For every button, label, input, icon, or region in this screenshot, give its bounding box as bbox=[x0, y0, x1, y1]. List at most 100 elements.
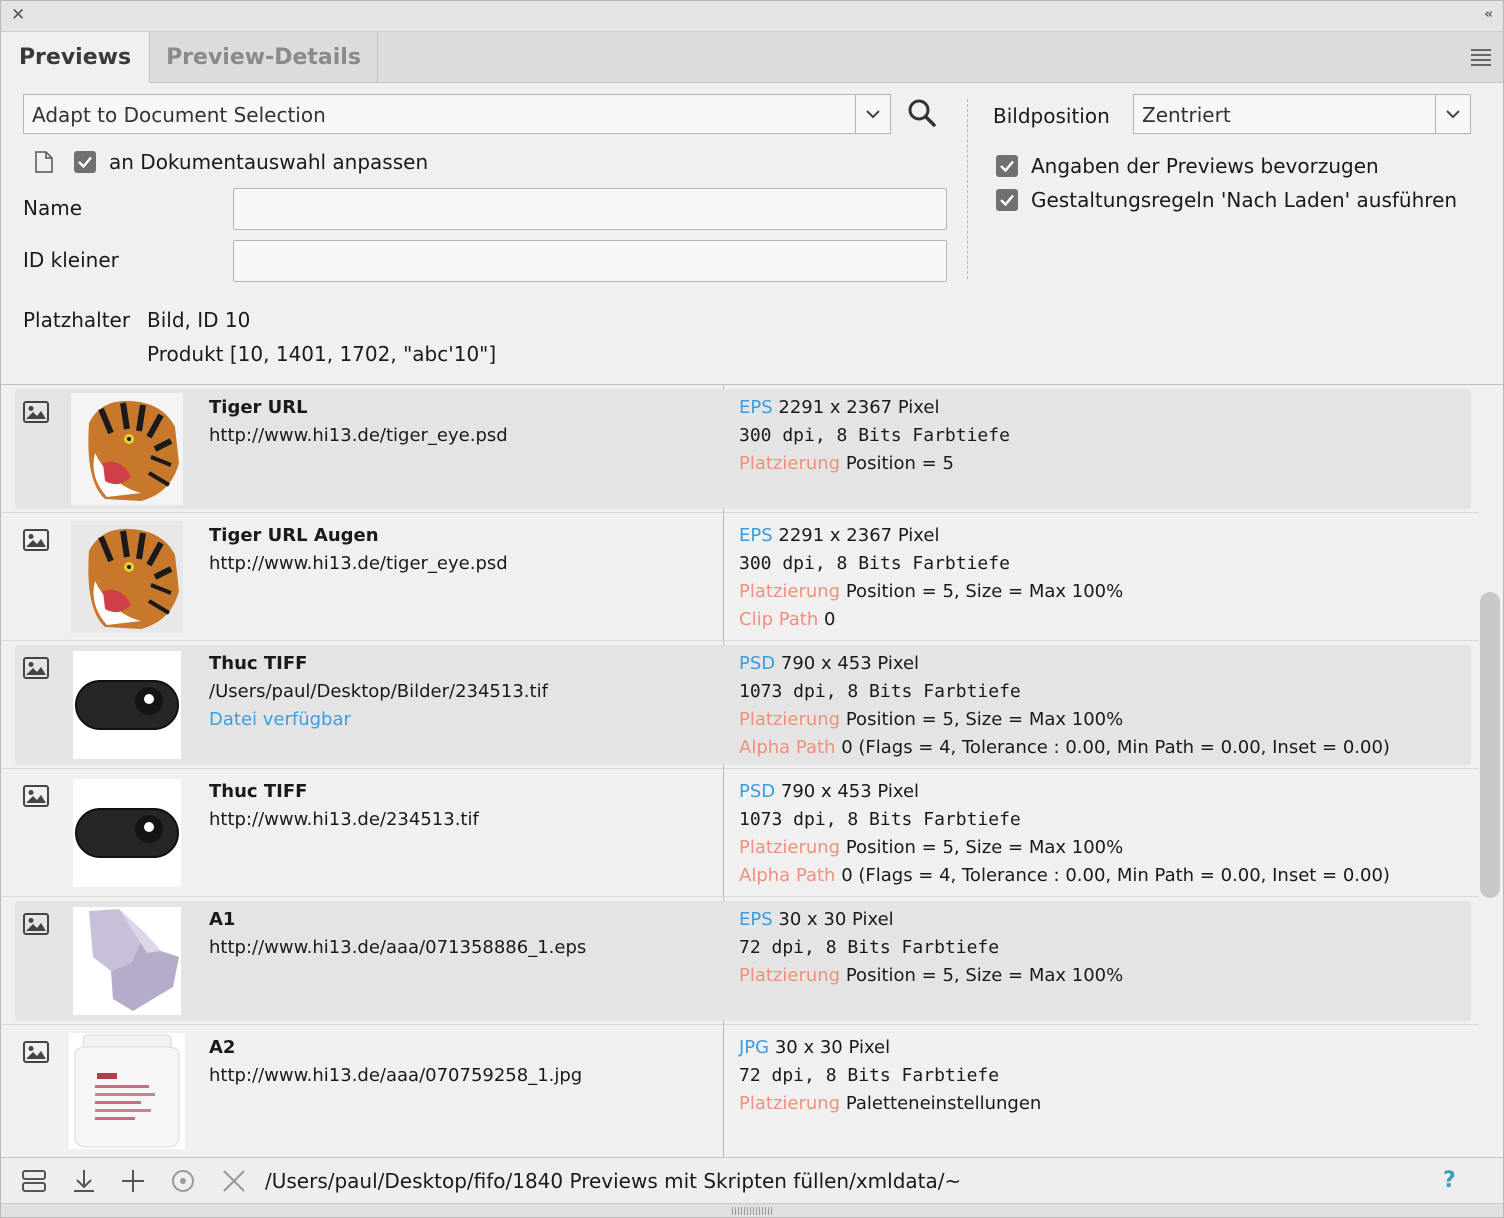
bildposition-combo[interactable]: Zentriert bbox=[1133, 94, 1471, 134]
prefer-preview-settings-checkbox[interactable] bbox=[996, 155, 1018, 177]
file-status: Datei verfügbar bbox=[209, 709, 351, 730]
collapse-icon[interactable]: ‹‹ bbox=[1484, 7, 1493, 22]
tab-bar: Previews Preview-Details bbox=[1, 32, 1503, 83]
preview-row-tiger-url-augen[interactable]: Tiger URL Augen http://www.hi13.de/tiger… bbox=[1, 513, 1479, 641]
placement-value: Position = 5, Size = Max 100% bbox=[845, 965, 1124, 986]
panel-menu-icon[interactable] bbox=[1471, 49, 1491, 69]
delete-icon[interactable] bbox=[221, 1168, 247, 1198]
selection-mode-value: Adapt to Document Selection bbox=[32, 103, 326, 127]
run-after-load-rules-label: Gestaltungsregeln 'Nach Laden' ausführen bbox=[1031, 188, 1458, 212]
preview-title: Thuc TIFF bbox=[209, 653, 308, 674]
add-icon[interactable] bbox=[120, 1168, 146, 1198]
list-view-icon[interactable] bbox=[21, 1168, 47, 1198]
preview-title: Thuc TIFF bbox=[209, 781, 308, 802]
placeholder-line-2: Produkt [10, 1401, 1702, "abc'10"] bbox=[147, 342, 497, 366]
target-icon[interactable] bbox=[170, 1168, 196, 1198]
chevron-down-icon[interactable] bbox=[1435, 95, 1470, 133]
placement-value: Position = 5, Size = Max 100% bbox=[845, 709, 1124, 730]
preview-thumbnail bbox=[73, 907, 181, 1015]
placement-label: Platzierung bbox=[739, 709, 841, 730]
document-icon bbox=[35, 151, 53, 177]
placement-label: Platzierung bbox=[739, 581, 841, 602]
preview-path: http://www.hi13.de/234513.tif bbox=[209, 809, 479, 830]
tab-preview-details[interactable]: Preview-Details bbox=[150, 32, 378, 83]
pixel-size: 790 x 453 Pixel bbox=[780, 781, 920, 802]
format-label: JPG bbox=[739, 1037, 770, 1058]
list-scrollbar[interactable] bbox=[1480, 592, 1500, 898]
placement-value: Position = 5, Size = Max 100% bbox=[845, 837, 1124, 858]
placement-value: Paletteneinstellungen bbox=[845, 1093, 1042, 1114]
id-label: ID kleiner bbox=[23, 248, 119, 272]
preview-thumbnail bbox=[73, 779, 181, 887]
preview-path: /Users/paul/Desktop/Bilder/234513.tif bbox=[209, 681, 548, 702]
format-label: PSD bbox=[739, 781, 776, 802]
search-icon[interactable] bbox=[907, 98, 937, 132]
path-value: 0 bbox=[824, 609, 836, 630]
pixel-size: 790 x 453 Pixel bbox=[780, 653, 920, 674]
image-icon bbox=[23, 529, 49, 555]
adapt-selection-checkbox[interactable] bbox=[74, 151, 96, 173]
preview-thumbnail bbox=[69, 1033, 185, 1149]
preview-thumbnail bbox=[71, 521, 183, 633]
format-label: EPS bbox=[739, 909, 773, 930]
path-label: Clip Path bbox=[739, 609, 819, 630]
bildposition-value: Zentriert bbox=[1142, 103, 1231, 127]
selection-mode-combo[interactable]: Adapt to Document Selection bbox=[23, 94, 891, 134]
prefer-preview-settings-label: Angaben der Previews bevorzugen bbox=[1031, 154, 1379, 178]
download-icon[interactable] bbox=[71, 1168, 97, 1198]
image-icon bbox=[23, 401, 49, 427]
pixel-size: 2291 x 2367 Pixel bbox=[778, 397, 940, 418]
preview-row-a2[interactable]: A2 http://www.hi13.de/aaa/070759258_1.jp… bbox=[1, 1025, 1479, 1153]
path-value: 0 (Flags = 4, Tolerance : 0.00, Min Path… bbox=[841, 865, 1390, 886]
previews-list: Tiger URL http://www.hi13.de/tiger_eye.p… bbox=[1, 385, 1503, 1157]
preview-thumbnail bbox=[71, 393, 183, 505]
placement-value: Position = 5 bbox=[845, 453, 954, 474]
format-label: PSD bbox=[739, 653, 776, 674]
resize-grip[interactable] bbox=[1, 1203, 1503, 1217]
placement-label: Platzierung bbox=[739, 453, 841, 474]
name-input[interactable] bbox=[233, 188, 947, 230]
image-icon bbox=[23, 785, 49, 811]
pixel-size: 2291 x 2367 Pixel bbox=[778, 525, 940, 546]
path-value: 0 (Flags = 4, Tolerance : 0.00, Min Path… bbox=[841, 737, 1390, 758]
resolution: 1073 dpi, 8 Bits Farbtiefe bbox=[739, 681, 1021, 702]
preview-title: Tiger URL Augen bbox=[209, 525, 379, 546]
bildposition-label: Bildposition bbox=[993, 104, 1110, 128]
format-label: EPS bbox=[739, 525, 773, 546]
preview-title: A2 bbox=[209, 1037, 236, 1058]
close-icon[interactable]: ✕ bbox=[11, 5, 25, 25]
image-icon bbox=[23, 657, 49, 683]
placeholder-label: Platzhalter bbox=[23, 308, 131, 332]
chevron-down-icon[interactable] bbox=[855, 95, 890, 133]
path-label: Alpha Path bbox=[739, 865, 836, 886]
pixel-size: 30 x 30 Pixel bbox=[778, 909, 894, 930]
id-input[interactable] bbox=[233, 240, 947, 282]
placement-label: Platzierung bbox=[739, 837, 841, 858]
help-button[interactable]: ? bbox=[1443, 1158, 1456, 1204]
panel-footer: /Users/paul/Desktop/fifo/1840 Previews m… bbox=[1, 1157, 1503, 1204]
previews-panel: ✕ ‹‹ Previews Preview-Details Adapt to D… bbox=[0, 0, 1504, 1218]
placement-value: Position = 5, Size = Max 100% bbox=[845, 581, 1124, 602]
preview-row-a1[interactable]: A1 http://www.hi13.de/aaa/071358886_1.ep… bbox=[1, 897, 1479, 1025]
resolution: 300 dpi, 8 Bits Farbtiefe bbox=[739, 425, 1010, 446]
preview-thumbnail bbox=[73, 651, 181, 759]
path-label: Alpha Path bbox=[739, 737, 836, 758]
image-icon bbox=[23, 913, 49, 939]
pixel-size: 30 x 30 Pixel bbox=[774, 1037, 891, 1058]
grip-lines bbox=[732, 1207, 772, 1215]
preview-path: http://www.hi13.de/aaa/070759258_1.jpg bbox=[209, 1065, 583, 1086]
placeholder-line-1: Bild, ID 10 bbox=[147, 308, 251, 332]
preview-title: A1 bbox=[209, 909, 236, 930]
preview-row-thuc-tiff-url[interactable]: Thuc TIFF http://www.hi13.de/234513.tif … bbox=[1, 769, 1479, 897]
resolution: 300 dpi, 8 Bits Farbtiefe bbox=[739, 553, 1010, 574]
preview-title: Tiger URL bbox=[209, 397, 308, 418]
tab-previews[interactable]: Previews bbox=[1, 32, 150, 83]
preview-row-tiger-url[interactable]: Tiger URL http://www.hi13.de/tiger_eye.p… bbox=[1, 385, 1479, 513]
preview-row-thuc-tiff-local[interactable]: Thuc TIFF /Users/paul/Desktop/Bilder/234… bbox=[1, 641, 1479, 769]
preview-path: http://www.hi13.de/aaa/071358886_1.eps bbox=[209, 937, 587, 958]
placement-label: Platzierung bbox=[739, 1093, 841, 1114]
placement-label: Platzierung bbox=[739, 965, 841, 986]
run-after-load-rules-checkbox[interactable] bbox=[996, 189, 1018, 211]
xml-data-path: /Users/paul/Desktop/fifo/1840 Previews m… bbox=[265, 1169, 962, 1193]
preview-path: http://www.hi13.de/tiger_eye.psd bbox=[209, 425, 508, 446]
